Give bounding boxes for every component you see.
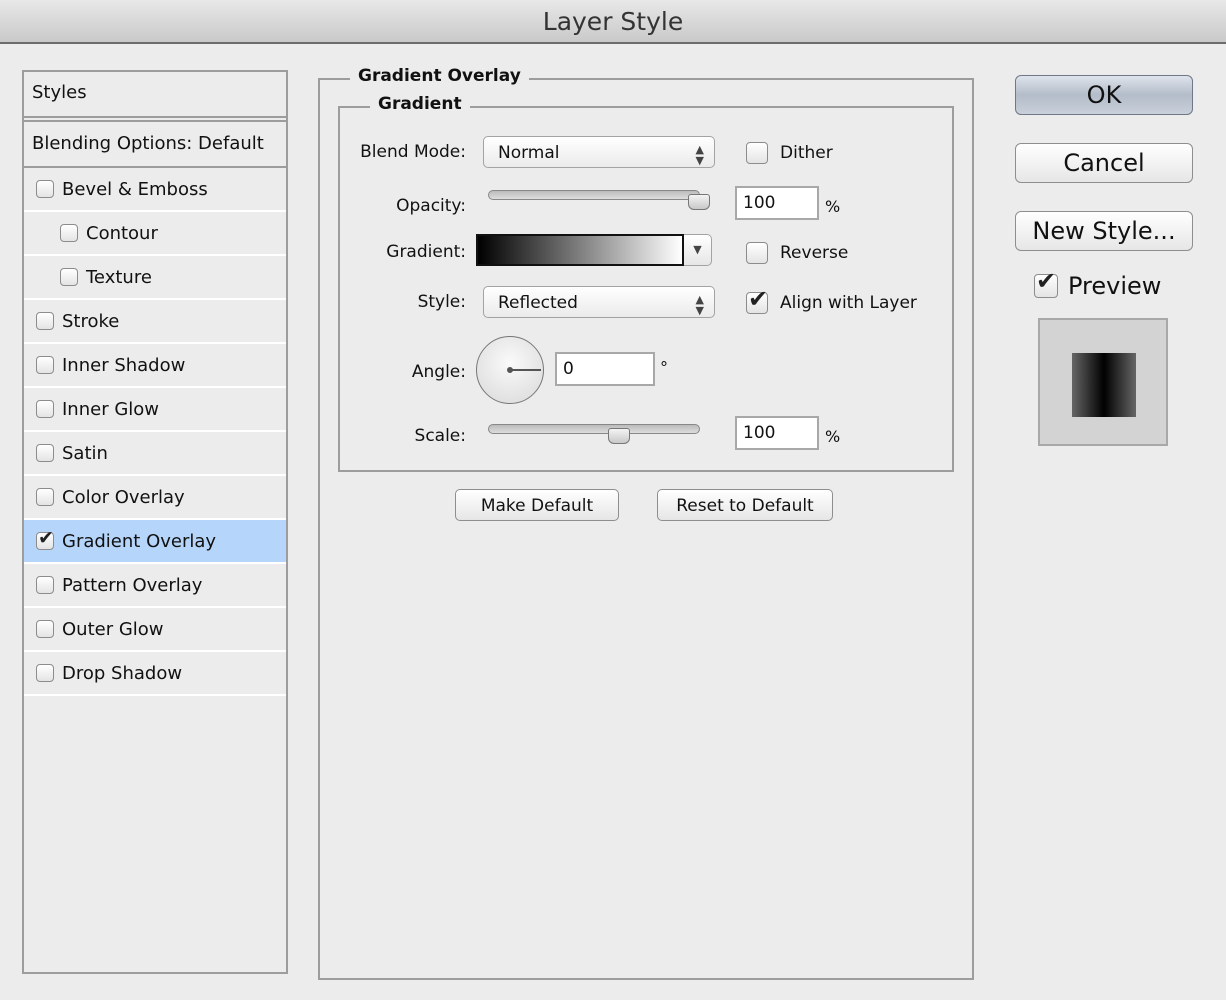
style-item-checkbox[interactable] xyxy=(36,356,54,374)
gradient-label: Gradient: xyxy=(386,242,466,262)
style-item[interactable]: Contour xyxy=(24,212,286,256)
style-item-checkbox[interactable] xyxy=(36,444,54,462)
reset-to-default-button[interactable]: Reset to Default xyxy=(657,489,833,521)
style-item[interactable]: Outer Glow xyxy=(24,608,286,652)
opacity-label: Opacity: xyxy=(396,196,466,216)
scale-slider-thumb[interactable] xyxy=(608,428,631,444)
style-item-label: Satin xyxy=(62,442,108,464)
style-item-label: Texture xyxy=(86,266,152,288)
style-item-checkbox[interactable] xyxy=(36,400,54,418)
style-item-checkbox[interactable] xyxy=(36,180,54,198)
style-item-checkbox[interactable] xyxy=(36,527,54,550)
blend-mode-select[interactable]: Normal ▲ ▼ xyxy=(483,136,715,168)
style-preview xyxy=(1038,318,1168,446)
style-item-label: Gradient Overlay xyxy=(62,530,217,552)
style-item-checkbox[interactable] xyxy=(60,224,78,242)
reverse-checkbox-box[interactable] xyxy=(746,242,768,264)
angle-indicator-icon xyxy=(507,367,541,373)
style-item-checkbox[interactable] xyxy=(36,576,54,594)
style-item[interactable]: Pattern Overlay xyxy=(24,564,286,608)
opacity-slider-thumb[interactable] xyxy=(688,194,710,210)
window-titlebar: Layer Style xyxy=(0,0,1226,44)
gradient-swatch[interactable] xyxy=(476,234,684,266)
scale-input[interactable]: 100 xyxy=(735,416,819,450)
window-title: Layer Style xyxy=(542,7,684,36)
updown-arrows-icon: ▲ ▼ xyxy=(695,293,704,317)
styles-header[interactable]: Styles xyxy=(24,72,286,118)
dither-label: Dither xyxy=(780,143,833,163)
reverse-checkbox[interactable]: Reverse xyxy=(746,242,848,264)
style-item[interactable]: Satin xyxy=(24,432,286,476)
updown-arrows-icon: ▲ ▼ xyxy=(695,143,704,167)
style-item-label: Drop Shadow xyxy=(62,662,183,684)
style-item-label: Pattern Overlay xyxy=(62,574,203,596)
angle-input[interactable]: 0 xyxy=(555,352,655,386)
gradient-dropdown-button[interactable]: ▼ xyxy=(684,234,712,266)
group-title: Gradient xyxy=(370,94,470,114)
style-item-checkbox[interactable] xyxy=(36,312,54,330)
blend-mode-label: Blend Mode: xyxy=(360,142,466,162)
style-item-checkbox[interactable] xyxy=(36,664,54,682)
style-item[interactable]: Stroke xyxy=(24,300,286,344)
preview-checkbox[interactable]: Preview xyxy=(1034,267,1162,300)
preview-checkbox-box[interactable] xyxy=(1034,267,1058,298)
panel-title: Gradient Overlay xyxy=(350,66,529,86)
preview-swatch xyxy=(1072,353,1136,417)
ok-button[interactable]: OK xyxy=(1015,75,1193,115)
style-item[interactable]: Gradient Overlay xyxy=(24,520,286,564)
style-item-label: Stroke xyxy=(62,310,120,332)
preview-label: Preview xyxy=(1068,272,1162,300)
style-value: Reflected xyxy=(498,293,578,313)
style-item[interactable]: Inner Shadow xyxy=(24,344,286,388)
scale-slider[interactable] xyxy=(488,424,700,434)
angle-unit: ° xyxy=(660,358,668,377)
styles-sidebar: Styles Blending Options: Default Bevel &… xyxy=(22,70,288,974)
cancel-button[interactable]: Cancel xyxy=(1015,143,1193,183)
style-item-label: Contour xyxy=(86,222,158,244)
style-item[interactable]: Texture xyxy=(24,256,286,300)
style-item-label: Inner Shadow xyxy=(62,354,186,376)
angle-dial[interactable] xyxy=(476,336,544,404)
align-with-layer-checkbox[interactable]: Align with Layer xyxy=(746,285,917,314)
opacity-unit: % xyxy=(825,197,841,216)
style-item-checkbox[interactable] xyxy=(60,268,78,286)
reverse-label: Reverse xyxy=(780,243,849,263)
style-item-checkbox[interactable] xyxy=(36,620,54,638)
align-with-layer-checkbox-box[interactable] xyxy=(746,285,768,314)
blending-options-item[interactable]: Blending Options: Default xyxy=(24,120,286,168)
new-style-button[interactable]: New Style... xyxy=(1015,211,1193,251)
scale-unit: % xyxy=(825,427,841,446)
style-item-checkbox[interactable] xyxy=(36,488,54,506)
style-item[interactable]: Drop Shadow xyxy=(24,652,286,696)
opacity-slider[interactable] xyxy=(488,190,700,200)
align-with-layer-label: Align with Layer xyxy=(780,293,917,313)
style-item-label: Color Overlay xyxy=(62,486,185,508)
style-item[interactable]: Color Overlay xyxy=(24,476,286,520)
dither-checkbox-box[interactable] xyxy=(746,142,768,164)
style-item-label: Outer Glow xyxy=(62,618,164,640)
blend-mode-value: Normal xyxy=(498,143,560,163)
style-item[interactable]: Bevel & Emboss xyxy=(24,168,286,212)
triangle-down-icon: ▼ xyxy=(693,243,702,256)
opacity-input[interactable]: 100 xyxy=(735,186,819,220)
style-list: Bevel & Emboss Contour Texture Stroke Inner … xyxy=(24,168,286,696)
dither-checkbox[interactable]: Dither xyxy=(746,142,833,164)
scale-label: Scale: xyxy=(414,426,466,446)
style-item-label: Bevel & Emboss xyxy=(62,178,208,200)
style-item[interactable]: Inner Glow xyxy=(24,388,286,432)
angle-label: Angle: xyxy=(411,362,466,382)
make-default-button[interactable]: Make Default xyxy=(455,489,619,521)
style-select[interactable]: Reflected ▲ ▼ xyxy=(483,286,715,318)
style-label: Style: xyxy=(417,292,466,312)
style-item-label: Inner Glow xyxy=(62,398,160,420)
